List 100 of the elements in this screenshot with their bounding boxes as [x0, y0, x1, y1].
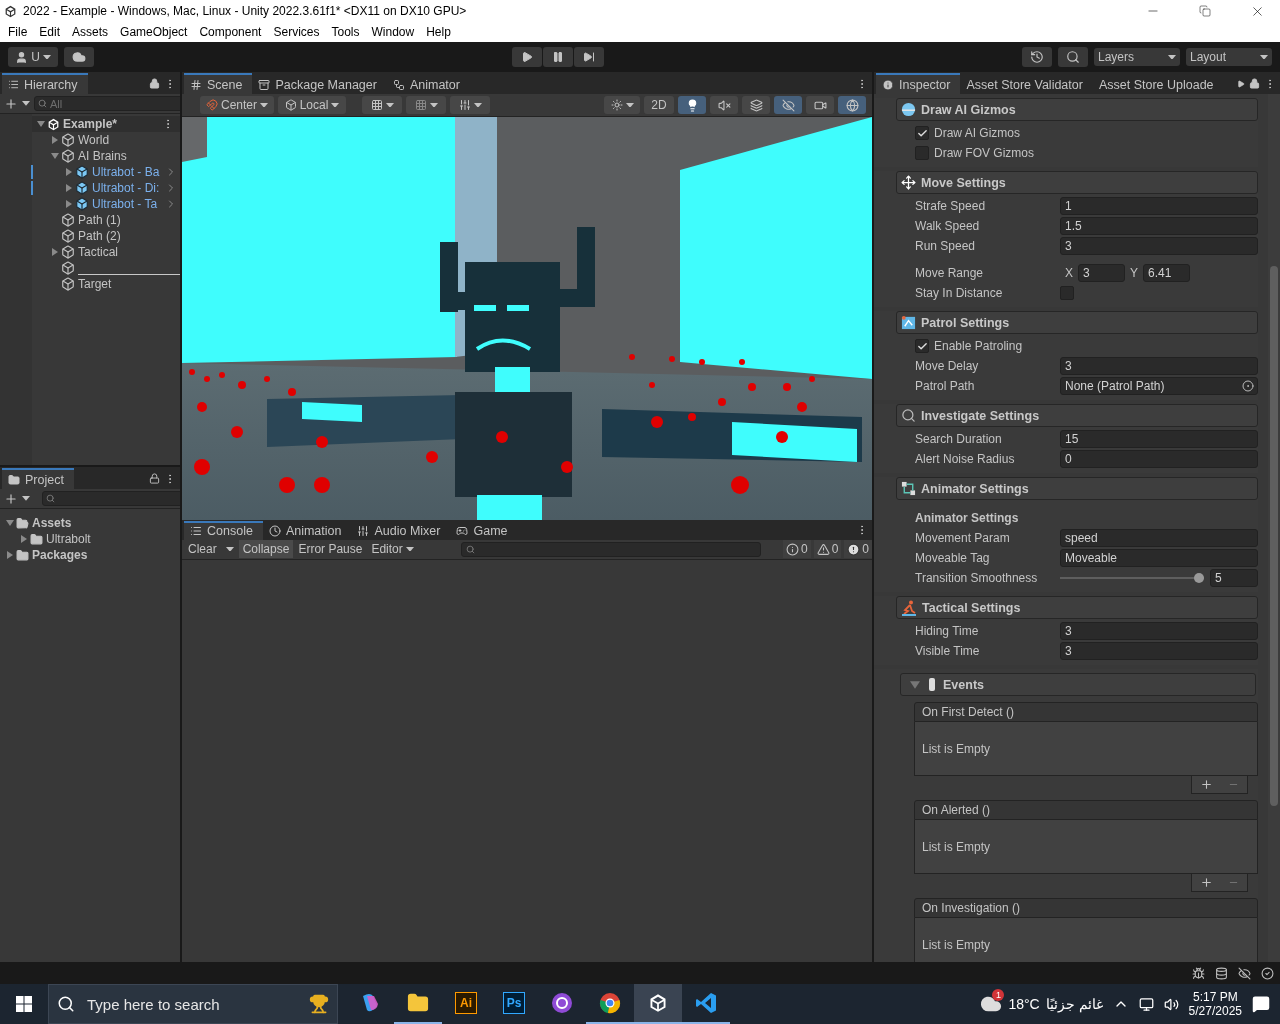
tree-item[interactable]: Assets — [29, 516, 72, 530]
volume-icon[interactable] — [1163, 996, 1179, 1012]
log-count[interactable]: 0 — [782, 540, 811, 558]
layout-dropdown[interactable]: Layout — [1186, 48, 1272, 66]
tree-item[interactable]: Ultrabot - Ba — [89, 165, 160, 179]
cloud-button[interactable] — [64, 47, 94, 67]
scene-toggle[interactable] — [774, 96, 802, 114]
play-button[interactable] — [512, 47, 542, 67]
pause-button[interactable] — [543, 47, 573, 67]
log-count[interactable]: 0 — [844, 540, 872, 558]
value-field[interactable]: 1 — [1060, 197, 1258, 215]
taskbar-app[interactable]: Ps — [490, 984, 538, 1024]
tree-item[interactable]: Path (1) — [75, 213, 121, 227]
taskbar-app[interactable]: Ai — [442, 984, 490, 1024]
section-header[interactable]: Investigate Settings — [896, 404, 1258, 427]
scrollbar[interactable] — [1268, 94, 1280, 962]
lock-icon[interactable] — [149, 78, 160, 89]
lock-icon[interactable] — [1249, 78, 1260, 89]
search-field[interactable]: All — [34, 96, 180, 111]
panel-tab[interactable]: Package Manager — [252, 73, 387, 94]
grid-snap-button[interactable] — [362, 96, 402, 114]
tree-item[interactable]: Ultrabolt — [43, 532, 91, 546]
console-button[interactable]: Editor — [367, 540, 418, 558]
panel-tab[interactable]: Game — [450, 520, 518, 540]
panel-tab[interactable]: Animator — [386, 73, 470, 94]
scene-toggle[interactable] — [710, 96, 738, 114]
scene-toggle[interactable] — [838, 96, 866, 114]
value-field[interactable]: 15 — [1060, 430, 1258, 448]
console-button[interactable]: Collapse — [238, 540, 294, 558]
events-header[interactable]: Events — [900, 673, 1256, 696]
panel-tab[interactable]: Inspector — [876, 73, 961, 94]
tree-item[interactable]: Ultrabot - Di: — [89, 181, 160, 195]
menu-item[interactable]: Edit — [33, 25, 67, 39]
value-field[interactable]: 5 — [1210, 569, 1258, 587]
slider-thumb[interactable] — [1194, 573, 1204, 583]
value-field[interactable]: 3 — [1060, 237, 1258, 255]
network-icon[interactable] — [1138, 996, 1154, 1012]
panel-tab[interactable]: Asset Store Validator — [960, 73, 1093, 94]
value-field[interactable]: 1.5 — [1060, 217, 1258, 235]
more-tabs-icon[interactable] — [1237, 79, 1245, 88]
panel-tab[interactable]: Console — [184, 520, 263, 540]
menu-item[interactable]: GameObject — [114, 25, 194, 39]
check-circle-icon[interactable] — [1261, 966, 1274, 980]
object-picker-icon[interactable] — [1242, 380, 1254, 392]
eye-off-icon[interactable] — [1238, 966, 1251, 980]
scene-toggle[interactable] — [678, 96, 706, 114]
menu-item[interactable]: Help — [420, 25, 457, 39]
tree-item[interactable]: Path (2) — [75, 229, 121, 243]
search-field[interactable] — [460, 541, 761, 557]
x-field[interactable]: 3 — [1078, 264, 1125, 282]
panel-tab[interactable]: Scene — [184, 73, 253, 94]
section-header[interactable]: Tactical Settings — [896, 596, 1258, 619]
menu-item[interactable]: Tools — [325, 25, 366, 39]
database-icon[interactable] — [1215, 966, 1228, 980]
section-header[interactable]: Move Settings — [896, 171, 1258, 194]
increment-snap-button[interactable] — [406, 96, 446, 114]
history-button[interactable] — [1022, 47, 1052, 67]
value-field[interactable]: 0 — [1060, 450, 1258, 468]
console-button[interactable]: Clear — [184, 540, 238, 558]
tree-item[interactable]: World — [75, 133, 110, 147]
add-icon[interactable] — [1199, 778, 1213, 791]
console-button[interactable]: Error Pause — [294, 540, 367, 558]
collapse-arrow-icon[interactable] — [909, 678, 921, 691]
search-input[interactable]: Type here to search — [85, 994, 299, 1014]
pivot-dropdown[interactable]: Center — [200, 96, 274, 114]
menu-item[interactable]: File — [2, 25, 34, 39]
log-count[interactable]: 0 — [813, 540, 842, 558]
add-icon[interactable] — [4, 491, 18, 506]
layers-dropdown[interactable]: Layers — [1094, 48, 1180, 66]
object-field[interactable]: None (Patrol Path) — [1060, 377, 1258, 395]
panel-tab[interactable]: Asset Store Uploade — [1092, 73, 1224, 94]
section-header[interactable]: Patrol Settings — [896, 311, 1258, 334]
value-field[interactable]: Moveable — [1060, 549, 1258, 567]
step-button[interactable] — [574, 47, 604, 67]
ruler-button[interactable] — [450, 96, 490, 114]
scene-toggle[interactable] — [742, 96, 770, 114]
y-field[interactable]: 6.41 — [1143, 264, 1191, 282]
taskbar-app[interactable] — [634, 984, 682, 1024]
panel-tab[interactable]: Project — [2, 468, 74, 489]
search-field[interactable] — [42, 491, 180, 506]
tree-item[interactable]: Packages — [29, 548, 88, 562]
value-field[interactable]: 3 — [1060, 357, 1258, 375]
checkbox[interactable] — [915, 126, 929, 140]
panel-tab[interactable]: Audio Mixer — [351, 520, 451, 540]
lock-icon[interactable] — [149, 473, 160, 484]
checkbox[interactable] — [1060, 286, 1074, 300]
panel-tab[interactable]: Hierarchy — [2, 73, 88, 94]
scene-toggle[interactable] — [806, 96, 834, 114]
account-button[interactable]: U — [8, 47, 58, 67]
tree-item[interactable]: Target — [75, 277, 112, 291]
value-field[interactable]: 3 — [1060, 642, 1258, 660]
tree-item[interactable]: Tactical — [75, 245, 118, 259]
menu-item[interactable]: Component — [193, 25, 268, 39]
slider[interactable] — [1060, 571, 1204, 585]
section-header[interactable]: Draw AI Gizmos — [896, 98, 1258, 121]
add-icon[interactable] — [1199, 876, 1213, 889]
2d-toggle[interactable]: 2D — [644, 96, 674, 114]
checkbox[interactable] — [915, 339, 929, 353]
taskbar-search-field[interactable]: Type here to search — [48, 984, 338, 1024]
section-header[interactable]: Animator Settings — [896, 477, 1258, 500]
